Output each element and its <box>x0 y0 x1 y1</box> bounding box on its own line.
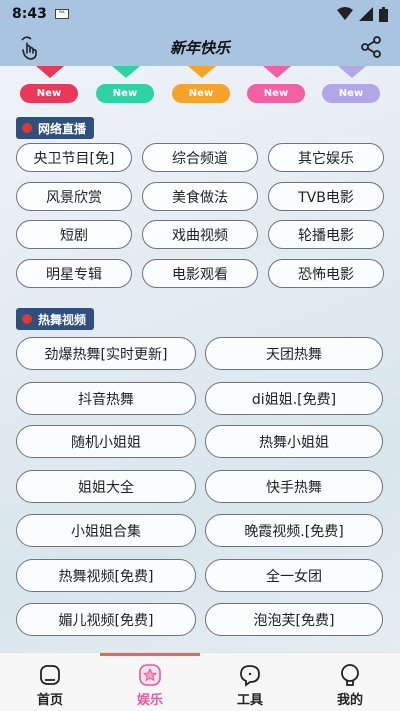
dance-item-button[interactable]: 晚霞视频.[免费] <box>205 514 383 547</box>
dance-item-button[interactable]: 泡泡芙[免费] <box>205 603 383 636</box>
dance-item-button[interactable]: 热舞视频[免费] <box>16 559 196 592</box>
new-tab-label: New <box>96 84 154 103</box>
live-item-button[interactable]: 短剧 <box>16 220 132 249</box>
dance-item-button[interactable]: 随机小姐姐 <box>16 425 196 458</box>
live-item-button[interactable]: 综合频道 <box>142 143 258 172</box>
new-tab-5[interactable]: New <box>322 66 382 106</box>
nav-item-home[interactable]: 首页 <box>0 653 100 711</box>
wifi-icon <box>337 7 353 20</box>
live-item-button[interactable]: 戏曲视频 <box>142 220 258 249</box>
dance-item-button[interactable]: 全一女团 <box>205 559 383 592</box>
new-tab-1[interactable]: New <box>20 66 80 106</box>
dance-item-button[interactable]: 天团热舞 <box>205 337 383 370</box>
app-header: 新年快乐 <box>0 28 400 66</box>
new-tab-2[interactable]: New <box>96 66 156 106</box>
signal-icon <box>359 7 373 21</box>
active-tab-indicator <box>100 653 200 656</box>
page-title: 新年快乐 <box>169 38 230 57</box>
status-icons <box>337 6 388 22</box>
live-item-button[interactable]: TVB电影 <box>268 182 384 211</box>
nav-label: 首页 <box>36 693 63 708</box>
notification-icon: ᴮᴬ <box>54 9 69 19</box>
live-item-button[interactable]: 恐怖电影 <box>268 259 384 288</box>
live-item-button[interactable]: 其它娱乐 <box>268 143 384 172</box>
tap-hand-icon[interactable] <box>18 34 44 60</box>
section-live-header: 网络直播 <box>16 117 95 139</box>
section-dance-header: 热舞视频 <box>16 308 95 330</box>
live-item-button[interactable]: 风景欣赏 <box>16 182 132 211</box>
nav-label: 工具 <box>236 693 263 708</box>
live-item-button[interactable]: 美食做法 <box>142 182 258 211</box>
dance-item-button[interactable]: 劲爆热舞[实时更新] <box>16 337 196 370</box>
bottom-nav: 首页 娱乐 工具 我的 <box>0 652 400 711</box>
section-title: 网络直播 <box>38 121 87 136</box>
new-tab-label: New <box>247 84 305 103</box>
new-tab-label: New <box>322 84 380 103</box>
tools-icon <box>240 665 260 687</box>
share-icon[interactable] <box>360 36 382 58</box>
status-bar: 8:43 ᴮᴬ <box>0 0 400 28</box>
nav-item-mine[interactable]: 我的 <box>300 653 400 711</box>
dance-item-button[interactable]: 抖音热舞 <box>16 382 196 415</box>
nav-label: 我的 <box>336 693 363 708</box>
live-item-button[interactable]: 轮播电影 <box>268 220 384 249</box>
live-item-button[interactable]: 明星专辑 <box>16 259 132 288</box>
dance-item-button[interactable]: 热舞小姐姐 <box>205 425 383 458</box>
dance-item-button[interactable]: 快手热舞 <box>205 470 383 503</box>
status-time: 8:43 <box>12 6 47 22</box>
new-tab-4[interactable]: New <box>247 66 307 106</box>
new-tabs-row: New New New New New <box>0 66 400 106</box>
red-dot-icon <box>22 123 32 133</box>
new-tab-label: New <box>20 84 78 103</box>
nav-label: 娱乐 <box>136 693 163 708</box>
battery-icon <box>379 6 388 22</box>
live-item-button[interactable]: 电影观看 <box>142 259 258 288</box>
dance-item-button[interactable]: 媚儿视频[免费] <box>16 603 196 636</box>
dance-item-button[interactable]: di姐姐.[免费] <box>205 382 383 415</box>
red-dot-icon <box>22 314 32 324</box>
nav-item-entertainment[interactable]: 娱乐 <box>100 653 200 711</box>
star-icon <box>139 664 161 686</box>
new-tab-label: New <box>172 84 230 103</box>
dance-item-button[interactable]: 姐姐大全 <box>16 470 196 503</box>
live-item-button[interactable]: 央卫节目[免] <box>16 143 132 172</box>
home-icon <box>40 665 60 685</box>
profile-icon <box>341 664 359 686</box>
new-tab-3[interactable]: New <box>172 66 232 106</box>
nav-item-tools[interactable]: 工具 <box>200 653 300 711</box>
section-title: 热舞视频 <box>38 312 87 327</box>
dance-item-button[interactable]: 小姐姐合集 <box>16 514 196 547</box>
